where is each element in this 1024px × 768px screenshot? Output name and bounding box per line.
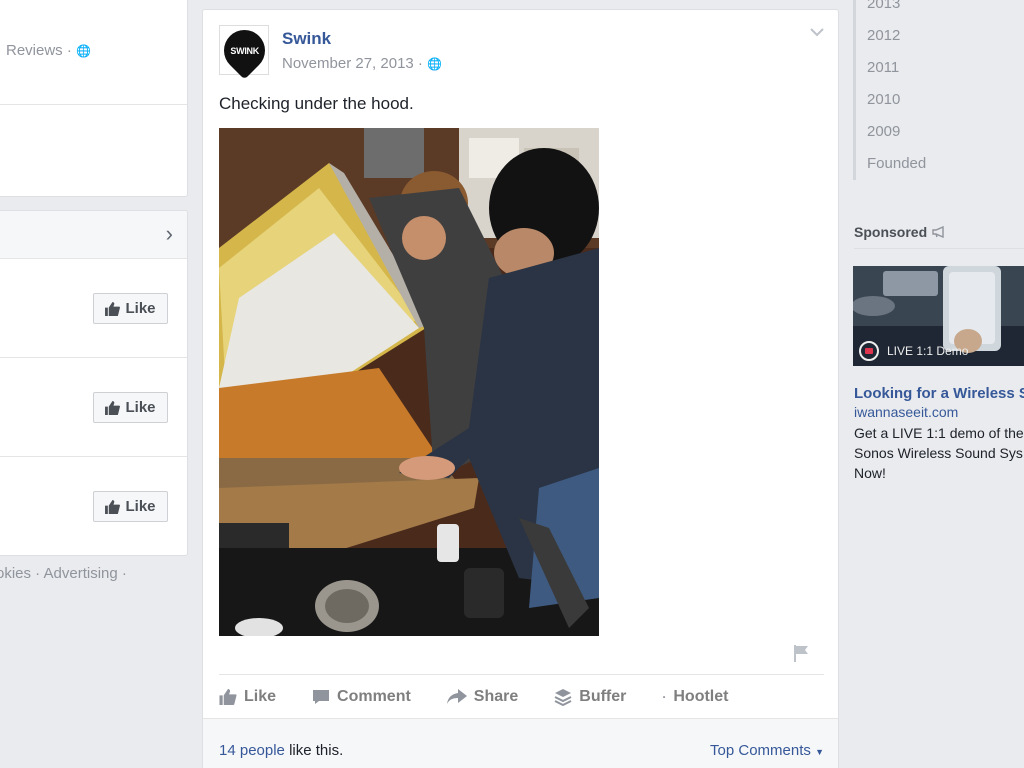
reviews-link[interactable]: Reviews · bbox=[6, 42, 72, 59]
ad-title-link[interactable]: Looking for a Wireless So bbox=[854, 385, 1024, 402]
likes-text: 14 people like this. bbox=[219, 742, 343, 759]
year-link[interactable]: 2009 bbox=[856, 116, 1024, 148]
like-page-button[interactable]: Like bbox=[93, 293, 168, 324]
sponsored-heading: Sponsored bbox=[854, 224, 946, 240]
ad-body: Get a LIVE 1:1 demo of the Sonos Wireles… bbox=[854, 425, 1024, 481]
logo-text: SWINK bbox=[229, 45, 259, 55]
reviews-line[interactable]: Reviews · 🌐 bbox=[6, 42, 91, 59]
comment-icon bbox=[313, 689, 330, 704]
ad-url[interactable]: iwannaseeit.com bbox=[854, 404, 958, 420]
photo-illustration bbox=[219, 128, 599, 636]
like-label: Like bbox=[125, 498, 156, 515]
list-item: Like bbox=[0, 457, 187, 556]
like-page-button[interactable]: Like bbox=[93, 491, 168, 522]
comment-button[interactable]: Comment bbox=[312, 688, 411, 706]
like-label: Like bbox=[244, 687, 277, 705]
chevron-right-icon[interactable]: › bbox=[166, 221, 173, 247]
list-item: Like bbox=[0, 259, 187, 358]
globe-icon: 🌐 bbox=[76, 44, 91, 58]
caret-down-icon: ▼ bbox=[815, 747, 824, 757]
sponsored-label: Sponsored bbox=[854, 224, 928, 240]
like-label: Like bbox=[125, 300, 156, 317]
post-card: SWINK Swink November 27, 2013 · 🌐 Checki… bbox=[202, 9, 839, 768]
year-link[interactable]: 2012 bbox=[856, 20, 1024, 52]
page-avatar[interactable]: SWINK bbox=[215, 21, 273, 79]
share-icon bbox=[446, 688, 467, 704]
like-button[interactable]: Like bbox=[219, 688, 276, 706]
likes-summary: 14 people like this. Top Comments ▼ bbox=[203, 718, 838, 768]
timeline-year-nav: 2013 2012 2011 2010 2009 Founded bbox=[853, 0, 1024, 180]
video-camera-icon bbox=[859, 341, 879, 361]
left-pages-card: › Like Like Like bbox=[0, 210, 188, 556]
year-link[interactable]: 2011 bbox=[856, 52, 1024, 84]
megaphone-icon bbox=[932, 226, 944, 238]
post-text: Checking under the hood. bbox=[219, 94, 414, 113]
thumbs-up-icon bbox=[105, 301, 121, 316]
hootlet-icon: · bbox=[662, 689, 667, 704]
thumbs-up-icon bbox=[105, 400, 121, 415]
top-comments-dropdown[interactable]: Top Comments ▼ bbox=[710, 742, 824, 759]
post-date[interactable]: November 27, 2013 · 🌐 bbox=[282, 55, 442, 72]
post-photo[interactable] bbox=[219, 128, 599, 636]
buffer-label: Buffer bbox=[579, 687, 627, 705]
footer-links[interactable]: okies · Advertising · bbox=[0, 565, 127, 582]
hootlet-button[interactable]: · Hootlet bbox=[662, 688, 728, 706]
ad-live-badge: LIVE 1:1 Demo bbox=[859, 341, 968, 361]
year-link[interactable]: 2010 bbox=[856, 84, 1024, 116]
ad-image[interactable]: LIVE 1:1 Demo bbox=[853, 266, 1024, 366]
share-button[interactable]: Share bbox=[446, 687, 519, 706]
buffer-icon bbox=[554, 688, 572, 706]
like-page-button[interactable]: Like bbox=[93, 392, 168, 423]
divider bbox=[0, 104, 187, 105]
likers-link[interactable]: 14 people bbox=[219, 742, 285, 759]
swink-logo: SWINK bbox=[215, 21, 273, 79]
like-label: Like bbox=[125, 399, 156, 416]
page-name-link[interactable]: Swink bbox=[282, 29, 331, 49]
thumbs-up-icon bbox=[105, 499, 121, 514]
ad-image-caption: LIVE 1:1 Demo bbox=[887, 344, 969, 358]
pages-card-header[interactable]: › bbox=[0, 211, 187, 259]
post-action-bar: Like Comment Share Buffer · Hootlet bbox=[219, 674, 824, 718]
hootlet-label: Hootlet bbox=[673, 687, 729, 705]
buffer-button[interactable]: Buffer bbox=[554, 688, 626, 706]
globe-icon: 🌐 bbox=[427, 57, 443, 71]
list-item: Like bbox=[0, 358, 187, 457]
year-link[interactable]: Founded bbox=[856, 148, 1024, 180]
post-date-text[interactable]: November 27, 2013 · bbox=[282, 55, 423, 72]
top-comments-label: Top Comments bbox=[710, 742, 811, 759]
chevron-down-icon[interactable] bbox=[810, 24, 824, 40]
divider bbox=[854, 248, 1024, 249]
share-label: Share bbox=[473, 687, 519, 705]
thumbs-up-icon bbox=[219, 688, 237, 705]
likes-suffix: like this. bbox=[284, 742, 344, 759]
left-info-card: Reviews · 🌐 bbox=[0, 0, 188, 197]
flag-icon[interactable] bbox=[793, 644, 809, 667]
year-link[interactable]: 2013 bbox=[856, 0, 1024, 20]
comment-label: Comment bbox=[337, 687, 411, 705]
